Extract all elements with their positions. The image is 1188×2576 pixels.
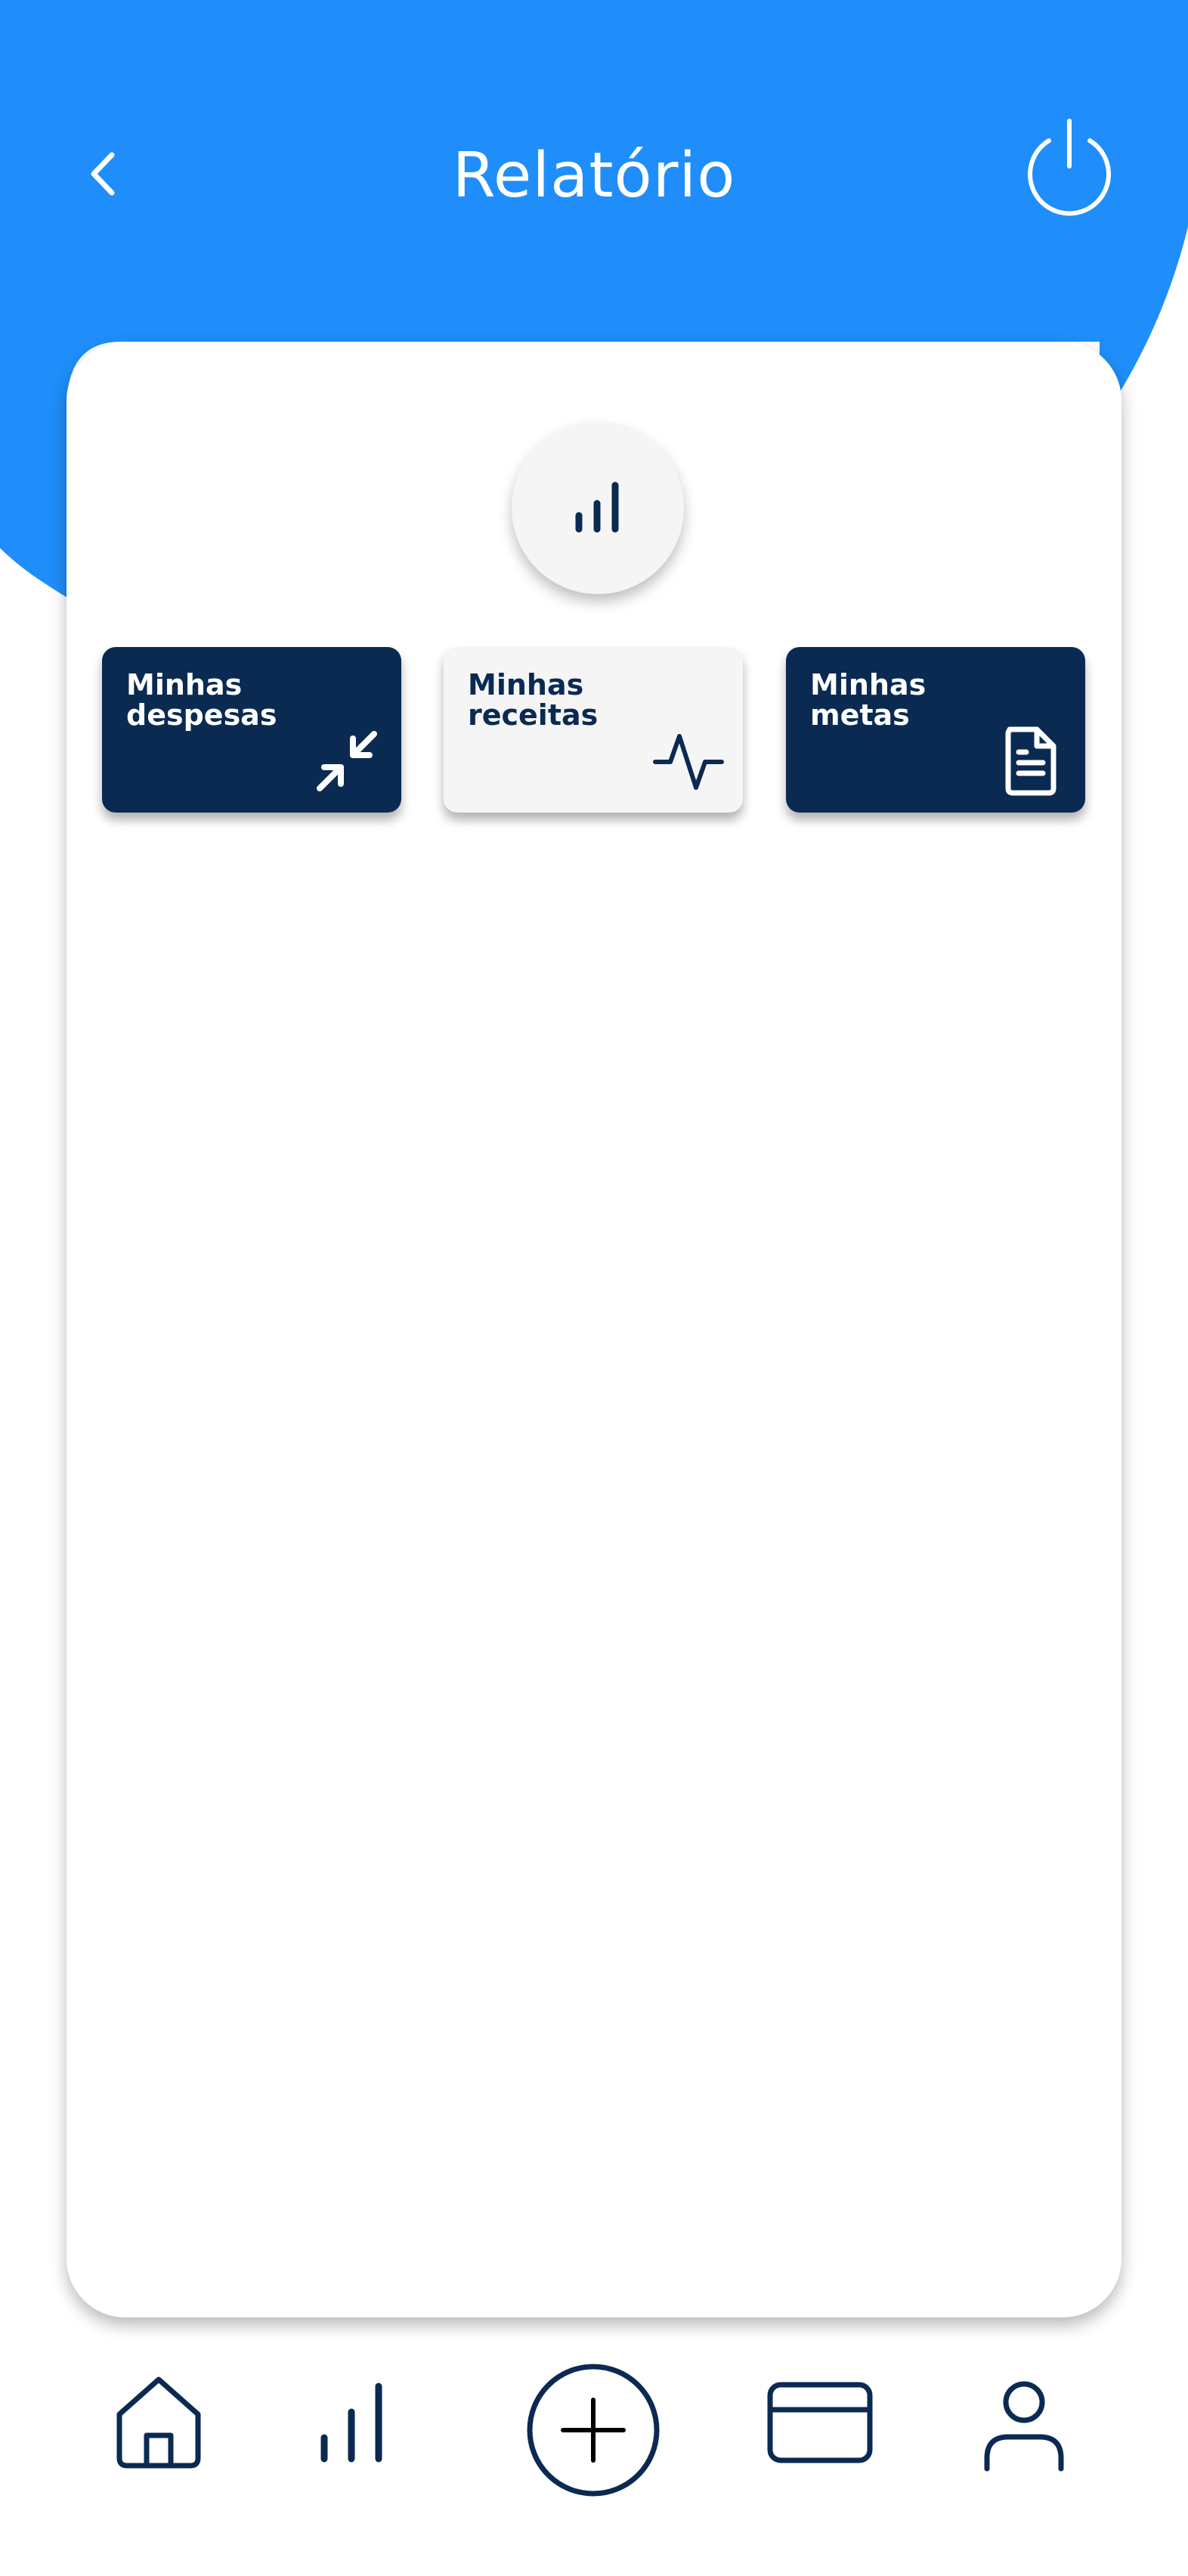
home-icon xyxy=(116,2376,201,2469)
page-title: Relatório xyxy=(452,140,736,212)
tile-label: Minhas despesas xyxy=(126,668,277,732)
document-icon xyxy=(993,723,1069,799)
nav-home[interactable] xyxy=(106,2366,212,2479)
nav-profile[interactable] xyxy=(975,2373,1073,2479)
activity-pulse-icon xyxy=(651,723,726,799)
bar-chart-icon xyxy=(575,481,619,533)
logout-button[interactable] xyxy=(1020,113,1118,219)
tile-minhas-despesas[interactable]: Minhas despesas xyxy=(102,647,401,813)
power-icon xyxy=(1028,119,1111,216)
nav-add[interactable] xyxy=(521,2358,665,2502)
user-icon xyxy=(984,2381,1064,2472)
plus-circle-icon xyxy=(527,2364,660,2497)
credit-card-icon xyxy=(767,2382,873,2463)
arrows-collapse-icon xyxy=(309,723,385,799)
bar-chart-icon xyxy=(320,2382,382,2463)
nav-cards[interactable] xyxy=(763,2373,877,2472)
report-badge xyxy=(512,422,684,594)
report-card xyxy=(67,342,1121,2317)
tile-label: Minhas metas xyxy=(810,668,927,732)
app-header: Relatório xyxy=(0,0,1188,333)
bottom-nav xyxy=(0,2343,1188,2576)
nav-reports[interactable] xyxy=(306,2366,397,2479)
tile-minhas-metas[interactable]: Minhas metas xyxy=(786,647,1085,813)
tile-label: Minhas receitas xyxy=(468,668,599,732)
tile-minhas-receitas[interactable]: Minhas receitas xyxy=(444,647,743,813)
